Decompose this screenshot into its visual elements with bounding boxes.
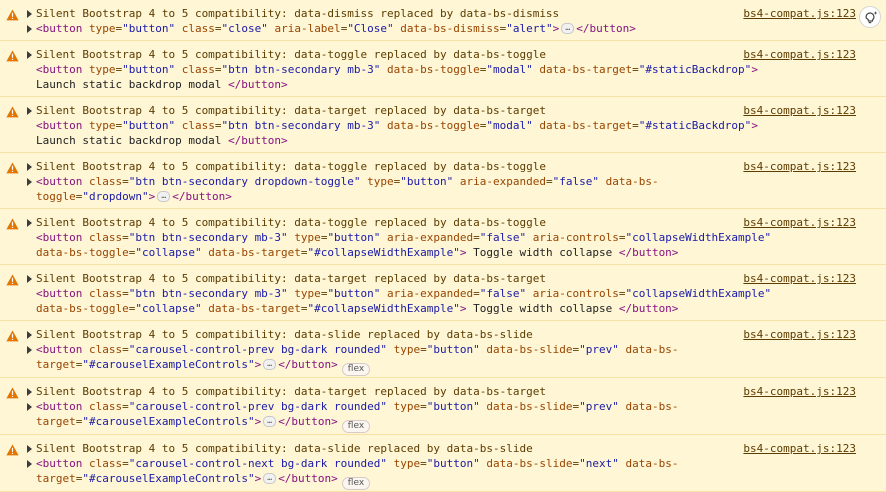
expand-triangle-icon[interactable]: [27, 10, 32, 18]
message-summary[interactable]: Silent Bootstrap 4 to 5 compatibility: d…: [27, 327, 856, 342]
flex-badge[interactable]: flex: [341, 420, 371, 433]
dom-node-markup: <button type="button" class="btn btn-sec…: [36, 63, 758, 91]
dom-node-markup: <button type="button" class="close" aria…: [36, 22, 636, 35]
message-summary[interactable]: Silent Bootstrap 4 to 5 compatibility: d…: [27, 103, 856, 118]
expand-triangle-icon[interactable]: [27, 331, 32, 339]
dom-node-preview[interactable]: <button type="button" class="btn btn-sec…: [36, 118, 856, 148]
dom-node-preview[interactable]: <button class="btn btn-secondary mb-3" t…: [36, 286, 856, 316]
dom-node-markup: <button class="btn btn-secondary mb-3" t…: [36, 231, 772, 259]
flex-badge[interactable]: flex: [341, 477, 371, 490]
message-text: Silent Bootstrap 4 to 5 compatibility: d…: [36, 442, 533, 455]
warning-triangle-icon: [6, 106, 19, 118]
expand-triangle-icon[interactable]: [27, 163, 32, 171]
expand-triangle-icon[interactable]: [27, 388, 32, 396]
ai-assistance-button[interactable]: [859, 6, 881, 28]
console-warning-message[interactable]: bs4-compat.js:123 Silent Bootstrap 4 to 5…: [0, 321, 886, 378]
dom-node-markup: <button class="btn btn-secondary dropdow…: [36, 175, 659, 203]
expand-triangle-icon[interactable]: [27, 178, 32, 186]
dom-node-preview[interactable]: <button class="carousel-control-prev bg-…: [27, 399, 856, 433]
expand-triangle-icon[interactable]: [27, 275, 32, 283]
dom-node-preview[interactable]: <button type="button" class="close" aria…: [27, 21, 856, 36]
message-summary[interactable]: Silent Bootstrap 4 to 5 compatibility: d…: [27, 6, 856, 21]
warning-triangle-icon: [6, 50, 19, 62]
message-text: Silent Bootstrap 4 to 5 compatibility: d…: [36, 385, 546, 398]
expand-triangle-icon[interactable]: [27, 460, 32, 468]
dom-node-markup: <button class="btn btn-secondary mb-3" t…: [36, 287, 772, 315]
dom-node-preview[interactable]: <button class="carousel-control-prev bg-…: [27, 342, 856, 376]
message-summary[interactable]: Silent Bootstrap 4 to 5 compatibility: d…: [27, 441, 856, 456]
console-warning-message[interactable]: bs4-compat.js:123 Silent Bootstrap 4 to 5…: [0, 41, 886, 97]
message-text: Silent Bootstrap 4 to 5 compatibility: d…: [36, 216, 546, 229]
warning-triangle-icon: [6, 330, 19, 342]
expand-triangle-icon[interactable]: [27, 107, 32, 115]
warning-triangle-icon: [6, 218, 19, 230]
warning-triangle-icon: [6, 162, 19, 174]
message-text: Silent Bootstrap 4 to 5 compatibility: d…: [36, 104, 546, 117]
expand-triangle-icon[interactable]: [27, 219, 32, 227]
expand-triangle-icon[interactable]: [27, 403, 32, 411]
expand-triangle-icon[interactable]: [27, 445, 32, 453]
message-text: Silent Bootstrap 4 to 5 compatibility: d…: [36, 328, 533, 341]
expand-triangle-icon[interactable]: [27, 346, 32, 354]
expand-triangle-icon[interactable]: [27, 51, 32, 59]
flex-badge[interactable]: flex: [341, 363, 371, 376]
console-warning-message[interactable]: bs4-compat.js:123 Silent Bootstrap 4 to 5…: [0, 378, 886, 435]
dom-node-preview[interactable]: <button class="btn btn-secondary mb-3" t…: [36, 230, 856, 260]
dom-node-preview[interactable]: <button class="btn btn-secondary dropdow…: [27, 174, 856, 204]
message-text: Silent Bootstrap 4 to 5 compatibility: d…: [36, 272, 546, 285]
dom-node-preview[interactable]: <button class="carousel-control-next bg-…: [27, 456, 856, 490]
message-text: Silent Bootstrap 4 to 5 compatibility: d…: [36, 160, 546, 173]
console-warning-message[interactable]: bs4-compat.js:123 Silent Bootstrap 4 to 5…: [0, 209, 886, 265]
message-summary[interactable]: Silent Bootstrap 4 to 5 compatibility: d…: [27, 47, 856, 62]
message-summary[interactable]: Silent Bootstrap 4 to 5 compatibility: d…: [27, 271, 856, 286]
message-summary[interactable]: Silent Bootstrap 4 to 5 compatibility: d…: [27, 159, 856, 174]
warning-triangle-icon: [6, 9, 19, 21]
message-text: Silent Bootstrap 4 to 5 compatibility: d…: [36, 48, 546, 61]
message-text: Silent Bootstrap 4 to 5 compatibility: d…: [36, 7, 560, 20]
console-warning-message[interactable]: bs4-compat.js:123 Silent Bootstrap 4 to 5…: [0, 435, 886, 492]
message-summary[interactable]: Silent Bootstrap 4 to 5 compatibility: d…: [27, 215, 856, 230]
warning-triangle-icon: [6, 274, 19, 286]
console-message-list: bs4-compat.js:123 Silent Bootstrap 4 to 5…: [0, 0, 886, 492]
message-summary[interactable]: Silent Bootstrap 4 to 5 compatibility: d…: [27, 384, 856, 399]
console-warning-message[interactable]: bs4-compat.js:123 Silent Bootstrap 4 to 5…: [0, 265, 886, 321]
dom-node-markup: <button type="button" class="btn btn-sec…: [36, 119, 758, 147]
dom-node-preview[interactable]: <button type="button" class="btn btn-sec…: [36, 62, 856, 92]
console-warning-message[interactable]: bs4-compat.js:123 Silent Bootstrap 4 to 5…: [0, 0, 886, 41]
lightbulb-sparkle-icon: [865, 11, 878, 24]
warning-triangle-icon: [6, 444, 19, 456]
console-warning-message[interactable]: bs4-compat.js:123 Silent Bootstrap 4 to 5…: [0, 97, 886, 153]
console-warning-message[interactable]: bs4-compat.js:123 Silent Bootstrap 4 to 5…: [0, 153, 886, 209]
warning-triangle-icon: [6, 387, 19, 399]
expand-triangle-icon[interactable]: [27, 25, 32, 33]
